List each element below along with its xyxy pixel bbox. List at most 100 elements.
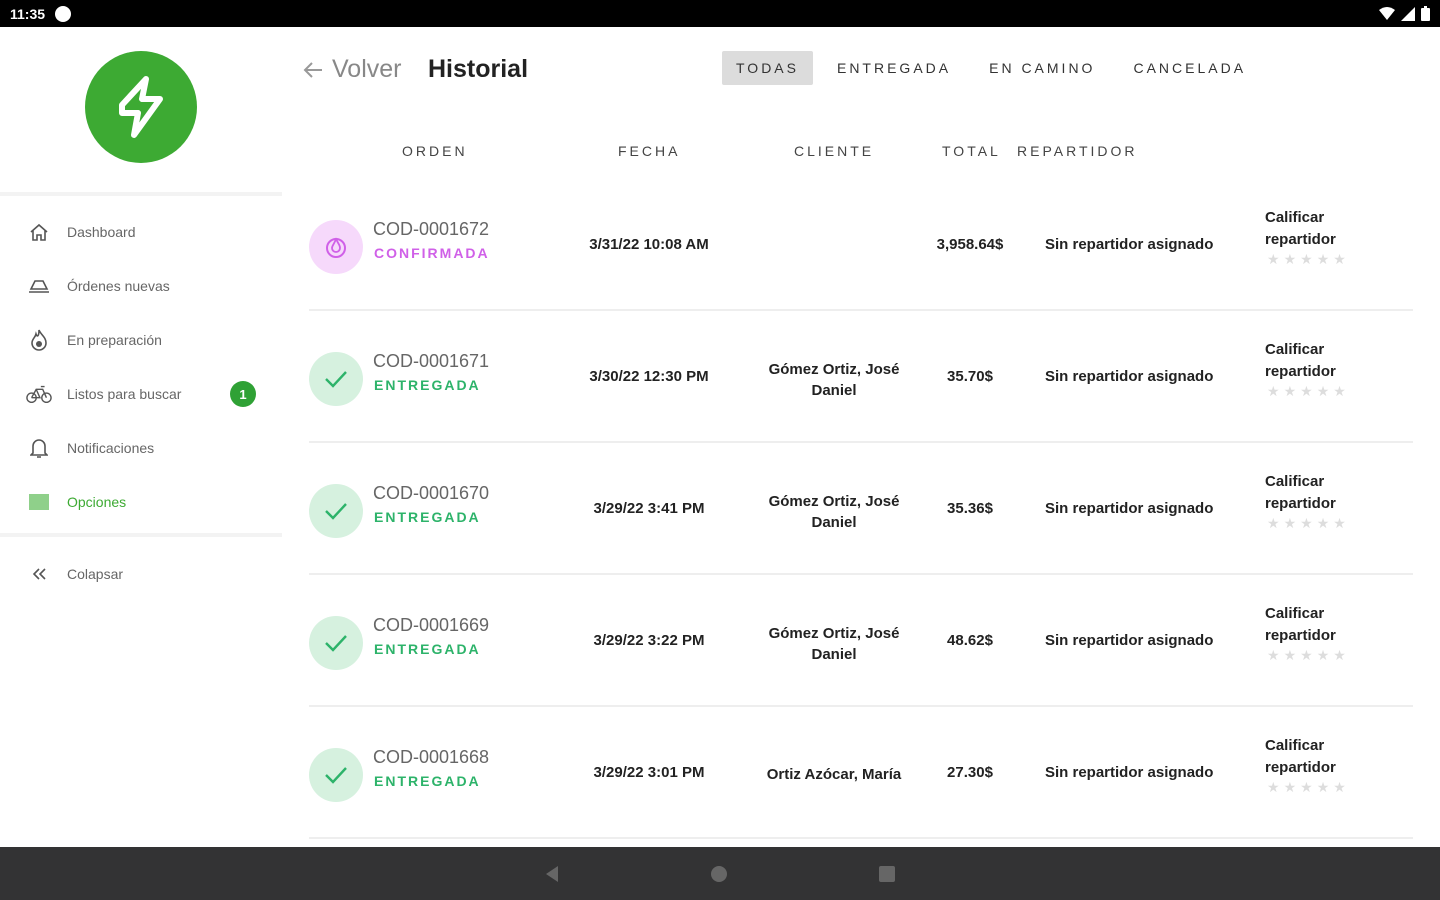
star-rating[interactable]: ★ ★ ★ ★ ★ — [1267, 251, 1346, 268]
star-icon[interactable]: ★ — [1333, 515, 1346, 532]
column-header-client: CLIENTE — [794, 143, 875, 159]
sidebar-item-dashboard[interactable]: Dashboard — [0, 205, 282, 259]
star-icon[interactable]: ★ — [1284, 647, 1297, 664]
order-total: 48.62$ — [947, 632, 993, 649]
sidebar: Dashboard Órdenes nuevas En preparación … — [0, 27, 282, 847]
order-state: ENTREGADA — [374, 377, 481, 393]
filter-tabs: TODAS ENTREGADA EN CAMINO CANCELADA — [722, 51, 1270, 85]
tab-cancelada[interactable]: CANCELADA — [1119, 51, 1260, 85]
star-icon[interactable]: ★ — [1333, 251, 1346, 268]
star-icon[interactable]: ★ — [1317, 515, 1330, 532]
order-code: COD-0001672 — [373, 219, 490, 239]
star-icon[interactable]: ★ — [1317, 251, 1330, 268]
table-header: ORDEN FECHA CLIENTE TOTAL REPARTIDOR — [282, 143, 1440, 163]
star-icon[interactable]: ★ — [1317, 383, 1330, 400]
delivered-check-icon — [309, 484, 363, 538]
order-courier: Sin repartidor asignado — [1045, 764, 1214, 781]
tab-en-camino[interactable]: EN CAMINO — [975, 51, 1109, 85]
rate-label-line: repartidor — [1265, 363, 1336, 380]
client-line: Gómez Ortiz, José — [768, 493, 900, 510]
star-icon[interactable]: ★ — [1300, 647, 1313, 664]
collapse-button[interactable]: Colapsar — [0, 547, 282, 601]
order-code: COD-0001668 — [373, 747, 490, 767]
order-state: ENTREGADA — [374, 509, 481, 525]
order-date: 3/31/22 10:08 AM — [589, 236, 709, 253]
sidebar-item-ready-for-pickup[interactable]: Listos para buscar 1 — [0, 367, 282, 421]
star-icon[interactable]: ★ — [1300, 515, 1313, 532]
tab-entregada[interactable]: ENTREGADA — [823, 51, 965, 85]
star-icon[interactable]: ★ — [1284, 383, 1297, 400]
order-date: 3/29/22 3:22 PM — [593, 632, 705, 649]
table-row[interactable]: COD-0001670 ENTREGADA 3/29/22 3:41 PM Gó… — [309, 443, 1413, 575]
client-line: Daniel — [811, 646, 857, 663]
star-icon[interactable]: ★ — [1300, 779, 1313, 796]
table-row[interactable]: COD-0001671 ENTREGADA 3/30/22 12:30 PM G… — [309, 311, 1413, 443]
order-total: 35.36$ — [947, 500, 993, 517]
order-total: 35.70$ — [947, 368, 993, 385]
confirmed-status-icon — [309, 220, 363, 274]
sidebar-item-notifications[interactable]: Notificaciones — [0, 421, 282, 475]
signal-icon — [1401, 6, 1415, 21]
sidebar-item-label: Listos para buscar — [67, 386, 182, 402]
sidebar-item-new-orders[interactable]: Órdenes nuevas — [0, 259, 282, 313]
star-icon[interactable]: ★ — [1267, 383, 1280, 400]
order-client: Gómez Ortiz, José Daniel — [749, 359, 919, 401]
order-date: 3/30/22 12:30 PM — [589, 368, 709, 385]
column-header-total: TOTAL — [942, 143, 1001, 159]
order-date: 3/29/22 3:41 PM — [593, 500, 705, 517]
order-total: 3,958.64$ — [936, 236, 1004, 253]
status-time: 11:35 — [10, 5, 46, 22]
tab-todas[interactable]: TODAS — [722, 51, 813, 85]
star-icon[interactable]: ★ — [1317, 647, 1330, 664]
star-icon[interactable]: ★ — [1267, 251, 1280, 268]
order-code: COD-0001670 — [373, 483, 490, 503]
table-row[interactable]: COD-0001669 ENTREGADA 3/29/22 3:22 PM Gó… — [309, 575, 1413, 707]
back-button[interactable]: Volver — [302, 55, 401, 84]
star-rating[interactable]: ★ ★ ★ ★ ★ — [1267, 779, 1346, 796]
order-courier: Sin repartidor asignado — [1045, 236, 1214, 253]
order-total: 27.30$ — [947, 764, 993, 781]
star-icon[interactable]: ★ — [1317, 779, 1330, 796]
star-icon[interactable]: ★ — [1300, 251, 1313, 268]
page-title: Historial — [428, 55, 529, 83]
sidebar-item-label: En preparación — [67, 332, 162, 348]
back-label: Volver — [332, 55, 402, 83]
table-row[interactable]: COD-0001672 CONFIRMADA 3/31/22 10:08 AM … — [309, 179, 1413, 311]
star-rating[interactable]: ★ ★ ★ ★ ★ — [1267, 383, 1346, 400]
star-icon[interactable]: ★ — [1333, 383, 1346, 400]
sidebar-nav: Dashboard Órdenes nuevas En preparación … — [0, 205, 282, 529]
star-icon[interactable]: ★ — [1284, 779, 1297, 796]
rate-label-line: repartidor — [1265, 495, 1336, 512]
sidebar-item-label: Dashboard — [67, 224, 136, 240]
home-circle-icon[interactable] — [710, 865, 728, 883]
sidebar-item-label: Notificaciones — [67, 440, 155, 456]
star-icon[interactable]: ★ — [1300, 383, 1313, 400]
star-icon[interactable]: ★ — [1333, 779, 1346, 796]
sidebar-divider — [0, 192, 282, 196]
order-courier: Sin repartidor asignado — [1045, 632, 1214, 649]
star-icon[interactable]: ★ — [1333, 647, 1346, 664]
star-icon[interactable]: ★ — [1284, 251, 1297, 268]
star-icon[interactable]: ★ — [1267, 779, 1280, 796]
delivered-check-icon — [309, 616, 363, 670]
sidebar-item-options[interactable]: Opciones — [0, 475, 282, 529]
order-state: ENTREGADA — [374, 773, 481, 789]
rate-label-line: Calificar — [1265, 737, 1325, 754]
column-header-date: FECHA — [618, 143, 681, 159]
delivered-check-icon — [309, 748, 363, 802]
star-rating[interactable]: ★ ★ ★ ★ ★ — [1267, 515, 1346, 532]
bicycle-icon — [26, 381, 52, 407]
rate-label-line: repartidor — [1265, 759, 1336, 776]
star-rating[interactable]: ★ ★ ★ ★ ★ — [1267, 647, 1346, 664]
client-line: Daniel — [811, 382, 857, 399]
star-icon[interactable]: ★ — [1284, 515, 1297, 532]
rate-courier-label: Calificar repartidor — [1265, 603, 1365, 647]
back-triangle-icon[interactable] — [544, 865, 560, 883]
lightning-logo-icon — [119, 76, 163, 138]
delivered-check-icon — [309, 352, 363, 406]
recents-square-icon[interactable] — [878, 865, 896, 883]
sidebar-item-in-preparation[interactable]: En preparación — [0, 313, 282, 367]
star-icon[interactable]: ★ — [1267, 647, 1280, 664]
star-icon[interactable]: ★ — [1267, 515, 1280, 532]
table-row[interactable]: COD-0001668 ENTREGADA 3/29/22 3:01 PM Or… — [309, 707, 1413, 839]
